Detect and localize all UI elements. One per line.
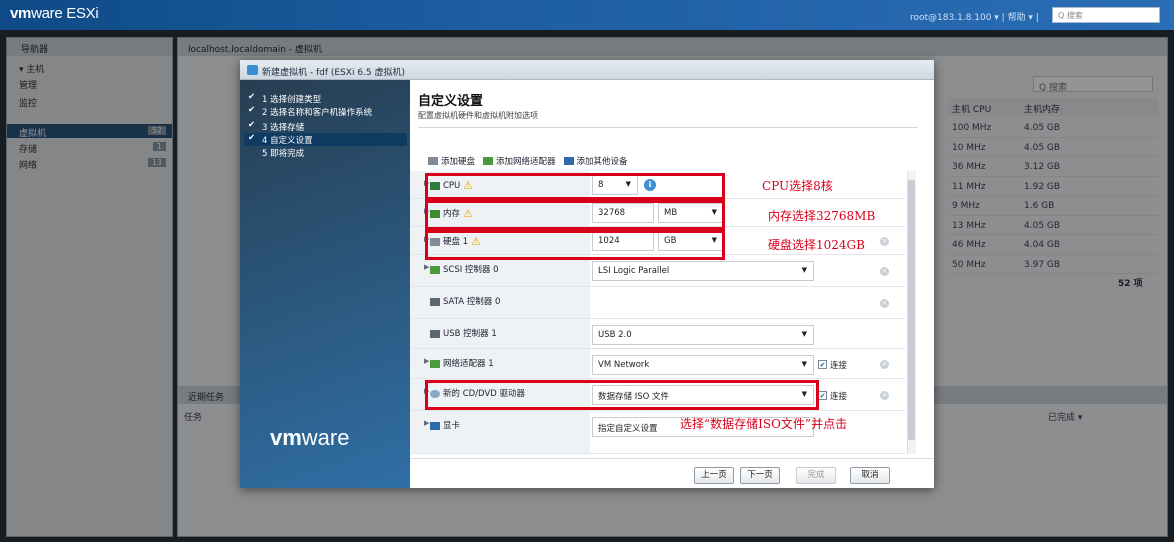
scrollbar-thumb[interactable]: [908, 180, 915, 440]
nic-connect-checkbox[interactable]: ✔: [818, 360, 827, 369]
memory-highlight-box: [425, 200, 725, 230]
step-5[interactable]: 5 即将完成: [244, 146, 407, 159]
cpu-highlight-box: [425, 173, 725, 200]
check-icon: ✔: [248, 92, 256, 102]
network-select[interactable]: VM Network ▼: [592, 355, 814, 375]
video-label[interactable]: ▶ 显卡: [410, 411, 590, 453]
disk-icon: [428, 157, 438, 165]
usb-icon: [430, 329, 440, 338]
next-button[interactable]: 下一页: [740, 467, 780, 484]
chevron-down-icon: ▼: [801, 330, 807, 338]
dialog-footer: 上一页 下一页 完成 取消: [410, 458, 934, 488]
remove-icon[interactable]: ×: [880, 360, 889, 369]
sata-row: SATA 控制器 0 ×: [410, 287, 905, 319]
add-disk-button[interactable]: 添加硬盘: [428, 155, 475, 167]
top-search-input[interactable]: Q 搜索: [1052, 7, 1160, 23]
vmware-logo: vmware: [270, 425, 350, 450]
divider: [418, 127, 918, 128]
usb-controller-select[interactable]: USB 2.0 ▼: [592, 325, 814, 345]
nic-connect-label: 连接: [830, 361, 848, 371]
nic-row: ▶ 网络适配器 1 VM Network ▼ ✔ 连接 ×: [410, 349, 905, 379]
add-nic-button[interactable]: 添加网络适配器: [483, 155, 556, 167]
esxi-logo: vmware ESXi: [10, 5, 99, 22]
remove-icon[interactable]: ×: [880, 391, 889, 400]
check-icon: ✔: [248, 105, 256, 115]
step-1[interactable]: ✔ 1 选择创建类型: [244, 92, 407, 105]
nic-icon: [430, 359, 440, 368]
check-icon: ✔: [248, 120, 256, 130]
step-4-current[interactable]: ✔ 4 自定义设置: [244, 133, 407, 146]
nic-label[interactable]: ▶ 网络适配器 1: [410, 349, 590, 378]
back-button[interactable]: 上一页: [694, 467, 734, 484]
vm-icon: [247, 65, 258, 75]
chevron-down-icon: ▼: [801, 266, 807, 274]
user-menu[interactable]: root@183.1.8.100 ▾ | 帮助 ▾ |: [910, 10, 1039, 23]
annotation-iso: 选择“数据存储ISO文件”并点击: [680, 417, 848, 431]
page-subtitle: 配置虚拟机硬件和虚拟机附加选项: [418, 111, 538, 120]
usb-row: USB 控制器 1 USB 2.0 ▼: [410, 319, 905, 349]
scsi-icon: [430, 265, 440, 274]
finish-button[interactable]: 完成: [796, 467, 836, 484]
cdrom-connect-label: 连接: [830, 392, 848, 402]
scsi-controller-select[interactable]: LSI Logic Parallel ▼: [592, 261, 814, 281]
sata-icon: [430, 297, 440, 306]
step-2[interactable]: ✔ 2 选择名称和客户机操作系统: [244, 105, 407, 118]
remove-icon[interactable]: ×: [880, 267, 889, 276]
expand-icon[interactable]: ▶: [424, 263, 429, 271]
remove-icon[interactable]: ×: [880, 237, 889, 246]
annotation-disk: 硬盘选择1024GB: [768, 238, 865, 252]
page-title: 自定义设置: [418, 94, 484, 109]
step-3[interactable]: ✔ 3 选择存储: [244, 120, 407, 133]
expand-icon[interactable]: ▶: [424, 419, 429, 427]
video-card-icon: [430, 421, 440, 430]
chevron-down-icon: ▼: [801, 360, 807, 368]
dialog-title: 新建虚拟机 - fdf (ESXi 6.5 虚拟机): [240, 60, 934, 80]
cdrom-highlight-box: [425, 380, 819, 410]
usb-label[interactable]: USB 控制器 1: [410, 319, 590, 348]
wizard-steps-panel: ✔ 1 选择创建类型 ✔ 2 选择名称和客户机操作系统 ✔ 3 选择存储 ✔ 4 自定义…: [240, 80, 410, 488]
customize-settings-panel: 自定义设置 配置虚拟机硬件和虚拟机附加选项 添加硬盘 添加网络适配器 添加其他设…: [410, 80, 934, 488]
add-other-device-button[interactable]: 添加其他设备: [563, 155, 628, 167]
sata-label[interactable]: SATA 控制器 0: [410, 287, 590, 318]
cdrom-connect-checkbox[interactable]: ✔: [818, 391, 827, 400]
annotation-memory: 内存选择32768MB: [768, 209, 876, 223]
device-toolbar: 添加硬盘 添加网络适配器 添加其他设备: [428, 155, 628, 167]
remove-icon[interactable]: ×: [880, 299, 889, 308]
annotation-cpu: CPU选择8核: [762, 179, 833, 193]
cancel-button[interactable]: 取消: [850, 467, 890, 484]
top-bar: vmware ESXi root@183.1.8.100 ▾ | 帮助 ▾ | …: [0, 0, 1174, 30]
check-icon: ✔: [248, 133, 256, 143]
nic-icon: [483, 157, 494, 165]
expand-icon[interactable]: ▶: [424, 357, 429, 365]
disk-highlight-box: [425, 230, 725, 260]
device-icon: [563, 157, 574, 165]
